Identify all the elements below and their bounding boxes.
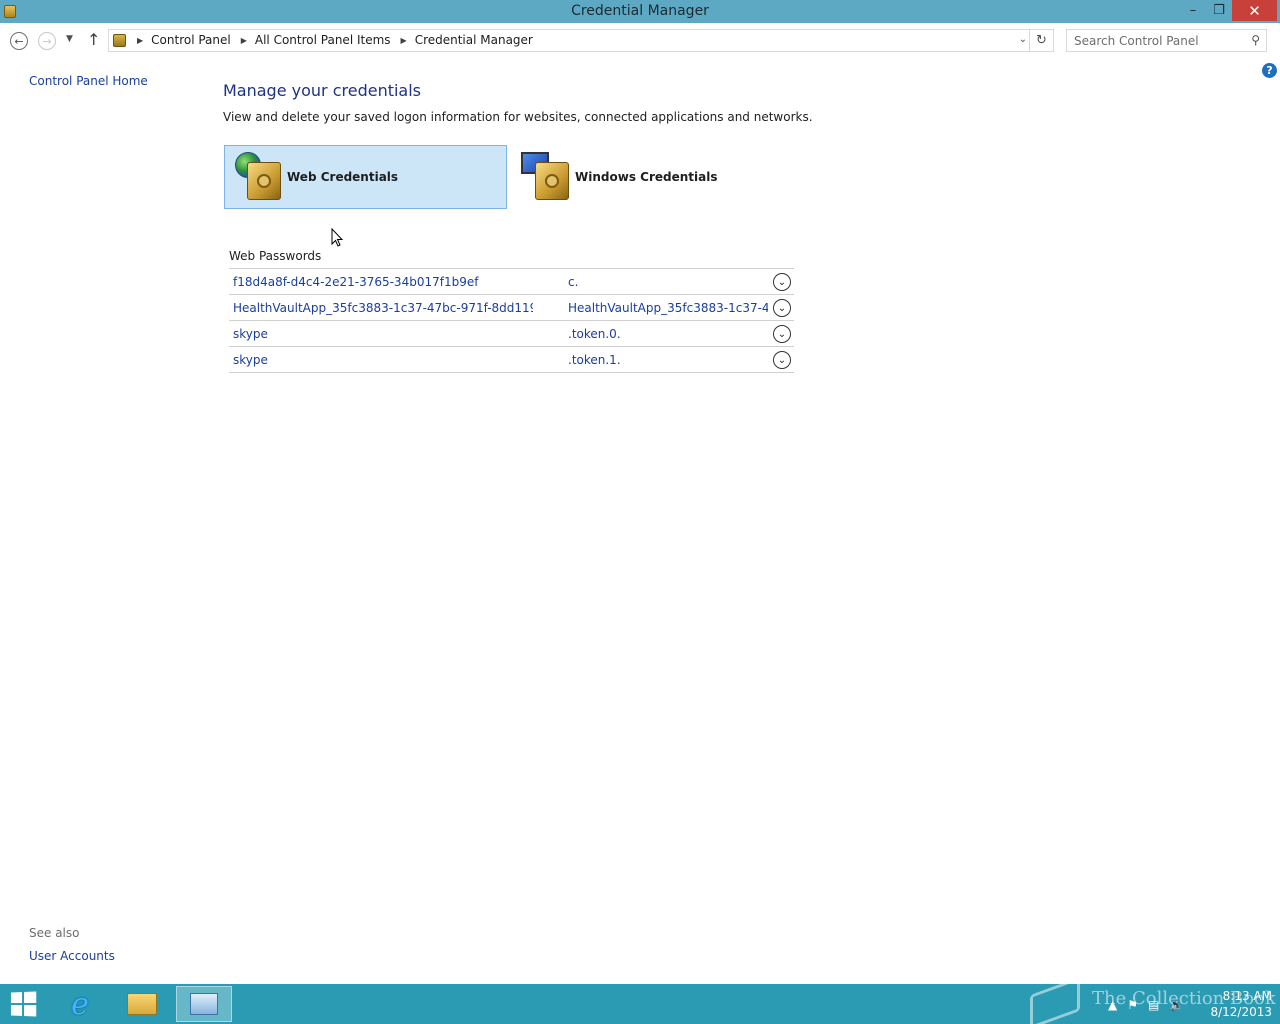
credential-address: skype <box>233 353 268 367</box>
breadcrumb-all-control-panel-items[interactable]: All Control Panel Items <box>255 33 391 47</box>
web-passwords-heading: Web Passwords <box>229 249 322 263</box>
window-title: Credential Manager <box>571 3 709 19</box>
page-description: View and delete your saved logon informa… <box>223 110 813 124</box>
web-credentials-tile[interactable]: Web Credentials <box>224 145 507 209</box>
close-button[interactable]: ✕ <box>1232 0 1277 21</box>
windows-credentials-label: Windows Credentials <box>575 170 718 184</box>
volume-icon[interactable]: 🔈 <box>1169 998 1184 1012</box>
action-center-flag-icon[interactable]: ⚑ <box>1127 998 1138 1012</box>
taskbar-file-explorer[interactable] <box>114 986 170 1022</box>
navigation-bar: ← → ▼ ↑ ▶ Control Panel ▶ All Control Pa… <box>0 23 1280 59</box>
expand-chevron-down-icon[interactable]: ⌄ <box>773 325 791 343</box>
restore-button[interactable]: ❐ <box>1206 0 1232 21</box>
taskbar-internet-explorer[interactable]: e <box>52 986 108 1022</box>
network-icon[interactable]: ▤ <box>1148 998 1159 1012</box>
breadcrumb-separator-icon[interactable]: ▶ <box>401 36 407 45</box>
taskbar-control-panel[interactable] <box>176 986 232 1022</box>
address-bar[interactable]: ▶ Control Panel ▶ All Control Panel Item… <box>108 29 1054 52</box>
internet-explorer-icon: e <box>71 986 89 1022</box>
web-credentials-label: Web Credentials <box>287 170 399 184</box>
expand-chevron-down-icon[interactable]: ⌄ <box>773 351 791 369</box>
breadcrumb-control-panel[interactable]: Control Panel <box>151 33 231 47</box>
list-item[interactable]: f18d4a8f-d4c4-2e21-3765-34b017f1b9ef c. … <box>229 269 794 295</box>
credential-user: .token.0. <box>568 327 621 341</box>
credential-address: HealthVaultApp_35fc3883-1c37-47bc-971f-8… <box>233 301 533 315</box>
forward-button[interactable]: → <box>38 32 56 50</box>
search-box: ⚲ <box>1066 29 1267 52</box>
breadcrumb-credential-manager[interactable]: Credential Manager <box>415 33 533 47</box>
credential-user: .token.1. <box>568 353 621 367</box>
vault-icon <box>247 162 281 200</box>
expand-chevron-down-icon[interactable]: ⌄ <box>773 299 791 317</box>
start-windows-icon[interactable] <box>10 991 38 1017</box>
recent-locations-chevron-down-icon[interactable]: ▼ <box>66 34 73 44</box>
web-credentials-icon <box>233 152 285 202</box>
folder-icon <box>127 993 157 1015</box>
control-panel-icon <box>113 34 126 47</box>
search-input[interactable] <box>1067 30 1243 51</box>
help-icon[interactable]: ? <box>1262 63 1277 78</box>
show-hidden-icons-chevron-up-icon[interactable]: ▲ <box>1108 998 1117 1012</box>
title-bar: Credential Manager – ❐ ✕ <box>0 0 1280 23</box>
list-item[interactable]: skype .token.0. ⌄ <box>229 321 794 347</box>
address-history-chevron-down-icon[interactable]: ⌄ <box>1019 34 1027 45</box>
left-nav-pane: Control Panel Home <box>29 74 148 88</box>
windows-credentials-tile[interactable]: Windows Credentials <box>513 145 796 209</box>
system-tray: ▲ ⚑ ▤ 🔈 <box>1108 998 1184 1012</box>
breadcrumb-separator-icon[interactable]: ▶ <box>137 36 143 45</box>
back-button[interactable]: ← <box>10 32 28 50</box>
clock[interactable]: 8:13 AM 8/12/2013 <box>1200 988 1272 1020</box>
clock-date: 8/12/2013 <box>1210 1005 1272 1019</box>
clock-time: 8:13 AM <box>1222 989 1272 1003</box>
credential-address: skype <box>233 327 268 341</box>
list-item[interactable]: HealthVaultApp_35fc3883-1c37-47bc-971f-8… <box>229 295 794 321</box>
breadcrumb: ▶ Control Panel ▶ All Control Panel Item… <box>133 33 539 47</box>
vault-icon <box>535 162 569 200</box>
see-also-heading: See also <box>29 926 80 940</box>
credential-user: c. <box>568 275 579 289</box>
list-item[interactable]: skype .token.1. ⌄ <box>229 347 794 373</box>
page-title: Manage your credentials <box>223 81 422 100</box>
credential-user: HealthVaultApp_35fc3883-1c37-47... <box>568 301 768 315</box>
control-panel-home-link[interactable]: Control Panel Home <box>29 74 148 88</box>
minimize-button[interactable]: – <box>1180 0 1206 21</box>
mouse-cursor-icon <box>331 228 344 247</box>
expand-chevron-down-icon[interactable]: ⌄ <box>773 273 791 291</box>
refresh-button[interactable]: ↻ <box>1029 30 1053 51</box>
control-panel-icon <box>190 993 218 1015</box>
up-arrow-icon[interactable]: ↑ <box>87 30 100 49</box>
taskbar: e The Collection Book ▲ ⚑ ▤ 🔈 8:13 AM 8/… <box>0 976 1280 1024</box>
windows-credentials-icon <box>521 152 573 202</box>
user-accounts-link[interactable]: User Accounts <box>29 949 115 963</box>
breadcrumb-separator-icon[interactable]: ▶ <box>241 36 247 45</box>
web-passwords-list: f18d4a8f-d4c4-2e21-3765-34b017f1b9ef c. … <box>229 268 794 373</box>
credential-address: f18d4a8f-d4c4-2e21-3765-34b017f1b9ef <box>233 275 479 289</box>
search-icon[interactable]: ⚲ <box>1251 33 1260 47</box>
watermark-book-icon <box>1030 976 1080 1024</box>
